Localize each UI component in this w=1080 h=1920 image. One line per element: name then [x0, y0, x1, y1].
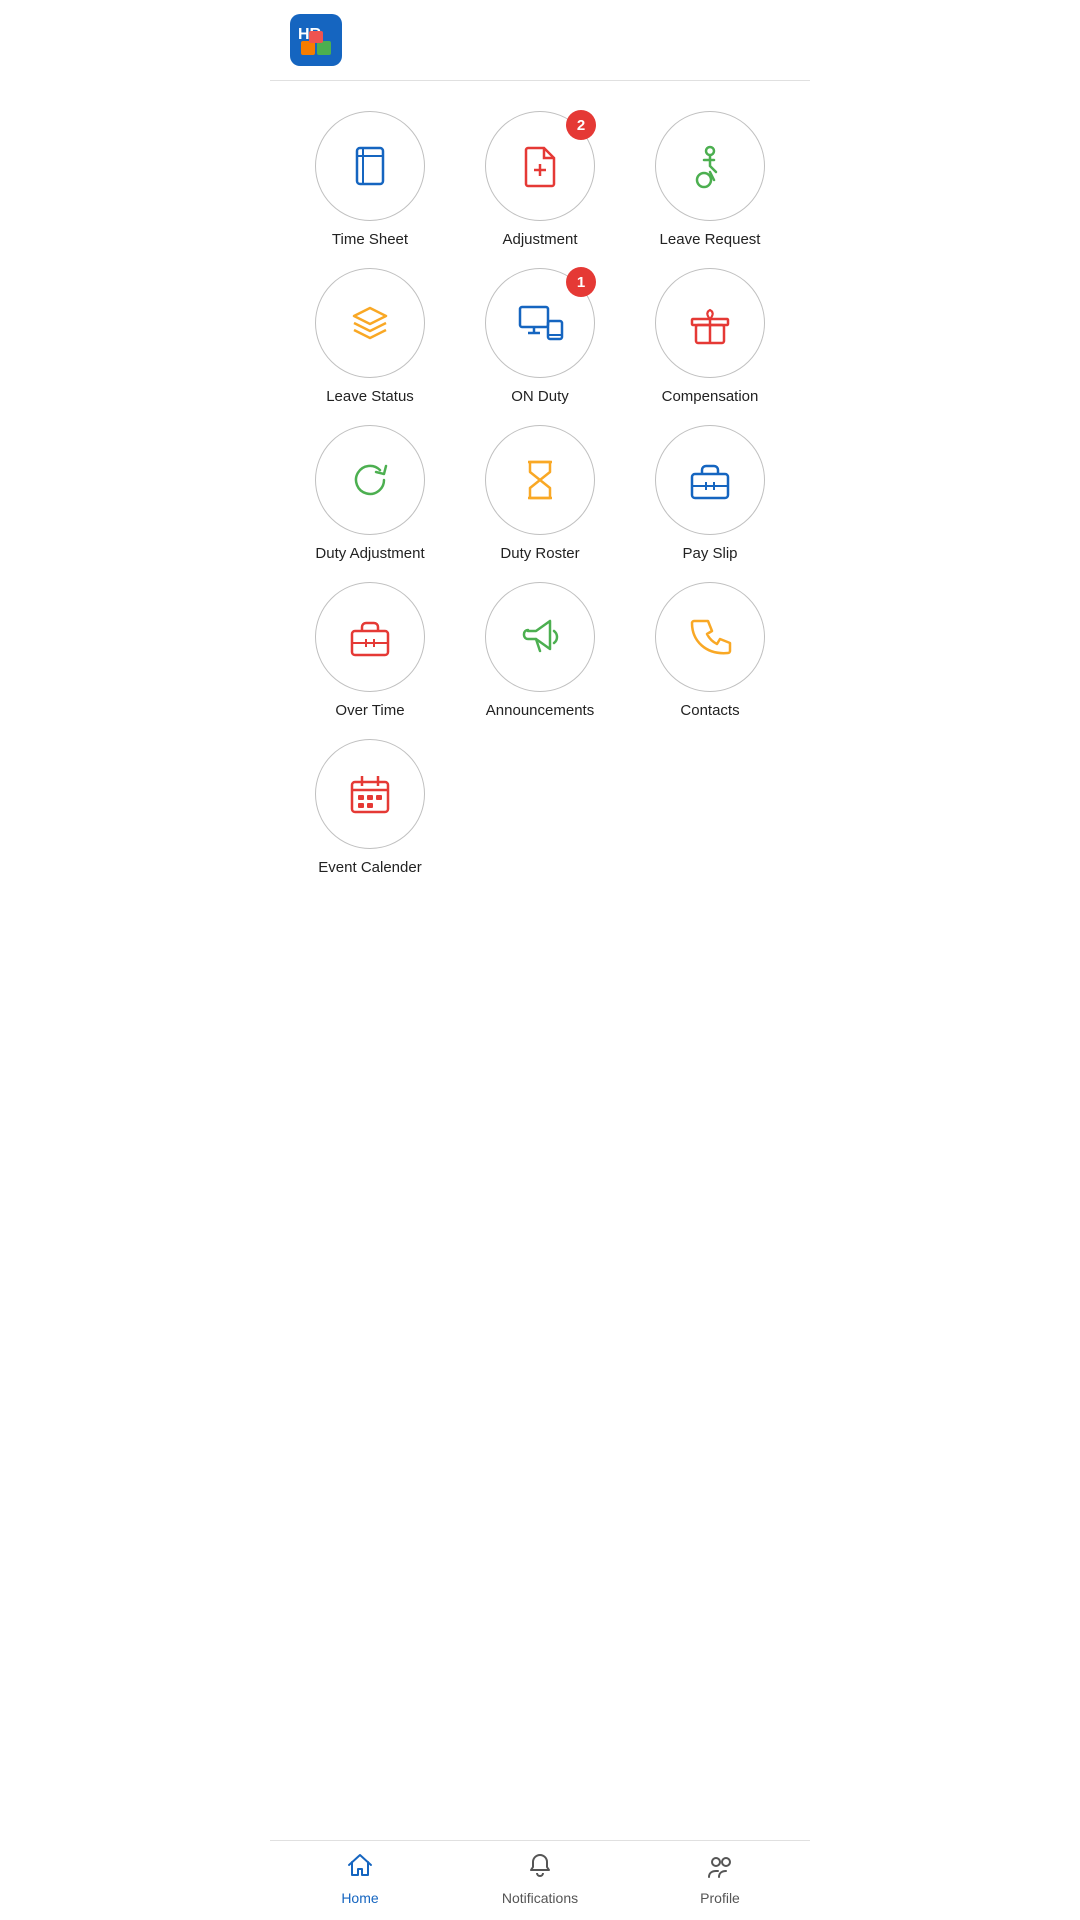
adjustment-icon-circle: 2: [485, 111, 595, 221]
profile-nav-label: Profile: [700, 1890, 740, 1906]
duty-adjustment-label: Duty Adjustment: [315, 545, 424, 562]
menu-item-leave-request[interactable]: Leave Request: [630, 111, 790, 248]
menu-item-pay-slip[interactable]: Pay Slip: [630, 425, 790, 562]
announcements-icon-circle: [485, 582, 595, 692]
compensation-icon-circle: [655, 268, 765, 378]
announcements-label: Announcements: [486, 702, 594, 719]
menu-item-adjustment[interactable]: 2 Adjustment: [460, 111, 620, 248]
pay-slip-icon-circle: [655, 425, 765, 535]
menu-item-duty-roster[interactable]: Duty Roster: [460, 425, 620, 562]
menu-item-announcements[interactable]: Announcements: [460, 582, 620, 719]
main-content: Time Sheet 2 Adjustment Leave Request Lea…: [270, 81, 810, 1840]
menu-item-contacts[interactable]: Contacts: [630, 582, 790, 719]
menu-grid: Time Sheet 2 Adjustment Leave Request Lea…: [280, 101, 800, 886]
duty-roster-icon-circle: [485, 425, 595, 535]
profile-nav-icon: [705, 1851, 735, 1886]
leave-status-label: Leave Status: [326, 388, 414, 405]
on-duty-badge: 1: [566, 267, 596, 297]
menu-item-event-calender[interactable]: Event Calender: [290, 739, 450, 876]
nav-item-home[interactable]: Home: [270, 1851, 450, 1906]
home-nav-icon: [345, 1851, 375, 1886]
bottom-navigation: Home Notifications Profile: [270, 1840, 810, 1920]
over-time-icon-circle: [315, 582, 425, 692]
contacts-label: Contacts: [680, 702, 739, 719]
on-duty-icon-circle: 1: [485, 268, 595, 378]
home-nav-label: Home: [341, 1890, 378, 1906]
menu-item-duty-adjustment[interactable]: Duty Adjustment: [290, 425, 450, 562]
compensation-label: Compensation: [662, 388, 759, 405]
duty-roster-label: Duty Roster: [500, 545, 579, 562]
menu-item-on-duty[interactable]: 1 ON Duty: [460, 268, 620, 405]
app-logo: HR: [290, 14, 342, 66]
nav-item-notifications[interactable]: Notifications: [450, 1851, 630, 1906]
time-sheet-label: Time Sheet: [332, 231, 408, 248]
duty-adjustment-icon-circle: [315, 425, 425, 535]
adjustment-badge: 2: [566, 110, 596, 140]
event-calender-label: Event Calender: [318, 859, 421, 876]
menu-item-time-sheet[interactable]: Time Sheet: [290, 111, 450, 248]
nav-item-profile[interactable]: Profile: [630, 1851, 810, 1906]
menu-item-compensation[interactable]: Compensation: [630, 268, 790, 405]
leave-request-label: Leave Request: [660, 231, 761, 248]
over-time-label: Over Time: [335, 702, 404, 719]
leave-status-icon-circle: [315, 268, 425, 378]
menu-item-over-time[interactable]: Over Time: [290, 582, 450, 719]
pay-slip-label: Pay Slip: [682, 545, 737, 562]
on-duty-label: ON Duty: [511, 388, 569, 405]
time-sheet-icon-circle: [315, 111, 425, 221]
notifications-nav-icon: [525, 1851, 555, 1886]
event-calender-icon-circle: [315, 739, 425, 849]
notifications-nav-label: Notifications: [502, 1890, 578, 1906]
app-header: HR: [270, 0, 810, 81]
adjustment-label: Adjustment: [502, 231, 577, 248]
leave-request-icon-circle: [655, 111, 765, 221]
contacts-icon-circle: [655, 582, 765, 692]
menu-item-leave-status[interactable]: Leave Status: [290, 268, 450, 405]
